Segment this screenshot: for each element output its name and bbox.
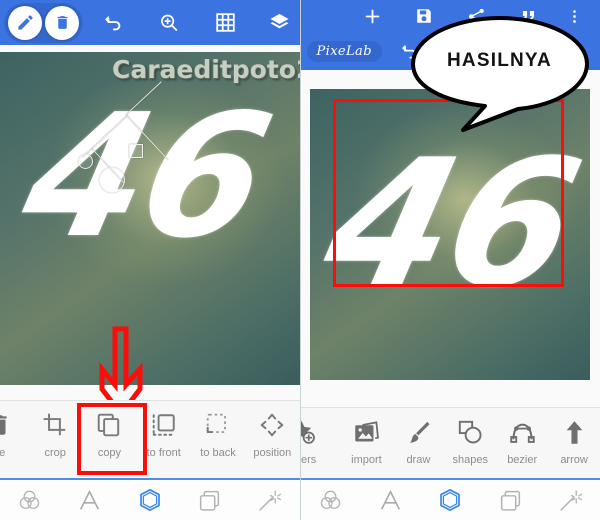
stacked-squares-icon	[498, 488, 523, 513]
grid-button[interactable]	[197, 0, 253, 45]
draw-action[interactable]: draw	[392, 408, 444, 466]
nav-color[interactable]	[0, 488, 60, 513]
undo-icon	[102, 12, 124, 34]
callout-text: HASILNYA	[447, 50, 552, 71]
sticker-star-icon	[300, 417, 316, 447]
add-button[interactable]	[346, 0, 398, 32]
right-canvas[interactable]: 46 HASILNYA	[300, 16, 600, 400]
right-panel: PixeLab 46 HASILNYA ers import draw shap…	[299, 0, 600, 520]
right-actionbar: tickers import draw shapes	[300, 407, 600, 479]
action-label: draw	[406, 454, 431, 466]
hexagon-icon	[437, 487, 463, 513]
bezier-action[interactable]: bezier	[496, 408, 548, 466]
trash-icon	[0, 410, 12, 440]
stickers-action[interactable]: tickers	[300, 408, 341, 466]
arrow-up-icon	[561, 417, 588, 447]
layers-button[interactable]	[253, 0, 300, 45]
layers-icon	[268, 11, 291, 34]
nav-shape[interactable]	[420, 487, 480, 513]
plus-icon	[363, 7, 382, 26]
nav-color[interactable]	[301, 488, 361, 513]
action-label: import	[351, 454, 382, 466]
magic-wand-icon	[257, 488, 282, 513]
grid-icon	[215, 12, 236, 33]
crop-action[interactable]: crop	[28, 401, 82, 459]
left-bottom-nav	[0, 478, 300, 520]
edit-button[interactable]	[8, 5, 42, 40]
nav-layers[interactable]	[180, 488, 240, 513]
right-bottom-nav	[300, 478, 600, 520]
left-topbar	[0, 0, 300, 45]
arrow-action[interactable]: arrow	[548, 408, 600, 466]
action-label: ete	[0, 447, 6, 459]
action-label: tickers	[301, 454, 317, 466]
action-label: to back	[200, 447, 236, 459]
undo-button[interactable]	[85, 0, 141, 45]
shapes-icon	[457, 417, 484, 447]
delete-action[interactable]: ete	[0, 401, 28, 459]
watermark-text: Caraeditpoto2	[112, 55, 300, 84]
import-action[interactable]: import	[341, 408, 393, 466]
left-panel: 46 Caraeditpoto2 e crop copy to front to…	[0, 0, 300, 520]
action-label: shapes	[452, 454, 488, 466]
left-actionbar: ete crop copy to front	[0, 400, 300, 478]
nav-text[interactable]	[360, 488, 420, 513]
pencil-icon	[16, 13, 35, 32]
nav-shape[interactable]	[120, 487, 180, 513]
action-label: position	[253, 447, 292, 459]
hexagon-icon	[137, 487, 163, 513]
zoom-in-icon	[158, 12, 180, 34]
text-a-icon	[378, 488, 403, 513]
position-action[interactable]: position	[245, 401, 299, 459]
stacked-squares-icon	[197, 488, 222, 513]
venn-circles-icon	[318, 488, 343, 513]
logo-text: PixeLab	[316, 43, 372, 59]
action-label: to front	[146, 447, 181, 459]
magic-wand-icon	[558, 488, 583, 513]
nav-effects[interactable]	[240, 488, 300, 513]
callout-bubble: HASILNYA	[409, 14, 591, 134]
zoom-button[interactable]	[141, 0, 197, 45]
number-artwork[interactable]: 46	[7, 78, 285, 276]
bezier-curve-icon	[509, 417, 536, 447]
brush-icon	[405, 417, 432, 447]
to-front-icon	[151, 410, 177, 440]
trash-icon	[54, 14, 71, 31]
selected-object-controls	[4, 2, 83, 43]
app-screenshot: 46 Caraeditpoto2 e crop copy to front to…	[0, 0, 600, 520]
to-back-action[interactable]: to back	[191, 401, 245, 459]
nav-layers[interactable]	[480, 488, 540, 513]
action-label: arrow	[560, 454, 588, 466]
image-import-icon	[353, 417, 380, 447]
nav-text[interactable]	[60, 488, 120, 513]
copy-highlight-annotation	[77, 403, 147, 475]
text-a-icon	[77, 488, 102, 513]
left-canvas[interactable]: 46 Caraeditpoto2	[0, 45, 300, 418]
action-label: crop	[44, 447, 66, 459]
pixellab-logo[interactable]: PixeLab	[306, 40, 382, 62]
action-label: bezier	[507, 454, 538, 466]
nav-effects[interactable]	[540, 488, 600, 513]
shapes-action[interactable]: shapes	[444, 408, 496, 466]
to-back-icon	[205, 410, 231, 440]
move-arrows-icon	[259, 410, 285, 440]
crop-icon	[42, 410, 68, 440]
delete-button[interactable]	[45, 5, 79, 40]
venn-circles-icon	[17, 488, 42, 513]
